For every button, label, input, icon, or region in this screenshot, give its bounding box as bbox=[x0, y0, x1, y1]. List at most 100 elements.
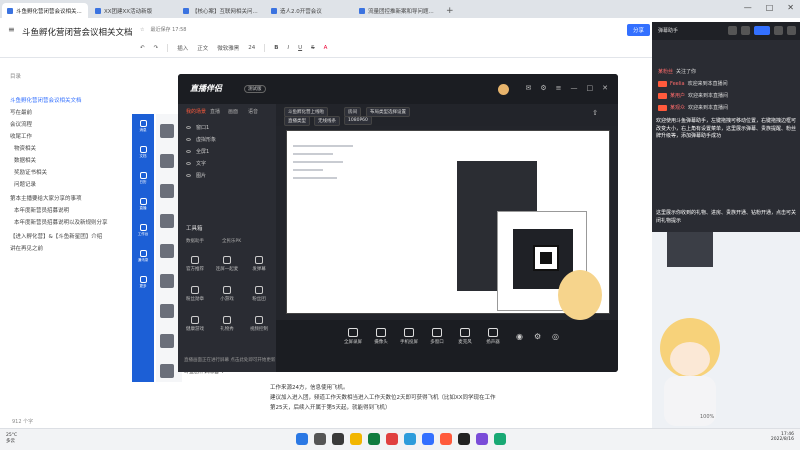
minimize-icon[interactable]: — bbox=[744, 3, 752, 12]
app-nav-workspace[interactable]: 工作台 bbox=[136, 224, 150, 240]
tool-health[interactable]: 健康游戏 bbox=[182, 316, 208, 332]
tool-gift[interactable]: 礼物秀 bbox=[214, 316, 240, 332]
scene-layer[interactable]: 虚拟形象 bbox=[186, 136, 216, 143]
doc-title[interactable]: 斗鱼孵化营闭营会议相关文档 bbox=[22, 26, 133, 38]
tool-phone-cast[interactable]: 手机投屏 bbox=[396, 328, 422, 345]
docs-app-icon[interactable] bbox=[422, 433, 434, 445]
outline-item[interactable]: 问题记录 bbox=[14, 180, 36, 188]
eye-icon[interactable] bbox=[186, 138, 191, 141]
tool-fan-medal[interactable]: 粉丝勋章 bbox=[182, 286, 208, 302]
stream-app-icon[interactable] bbox=[440, 433, 452, 445]
toolbar-style[interactable]: 正文 bbox=[197, 44, 208, 52]
app-nav-contacts[interactable]: 通讯录 bbox=[136, 250, 150, 266]
toolbar-insert[interactable]: 插入 bbox=[177, 44, 188, 52]
task-view-icon[interactable] bbox=[332, 433, 344, 445]
browser-icon[interactable] bbox=[386, 433, 398, 445]
scene-layer[interactable]: 图片 bbox=[186, 172, 206, 179]
app-icon[interactable] bbox=[368, 433, 380, 445]
avatar[interactable] bbox=[160, 214, 174, 228]
redo-icon[interactable]: ↷ bbox=[154, 45, 159, 51]
font-color-button[interactable]: A bbox=[324, 45, 328, 51]
eye-icon[interactable]: ◎ bbox=[552, 332, 559, 341]
app-icon[interactable] bbox=[458, 433, 470, 445]
maximize-icon[interactable]: □ bbox=[587, 84, 594, 92]
avatar[interactable] bbox=[160, 364, 174, 378]
zoom-level[interactable]: 100% bbox=[700, 414, 714, 420]
browser-tab[interactable]: 斗鱼孵化营闭营会议相关... bbox=[2, 3, 88, 18]
close-icon[interactable] bbox=[787, 26, 796, 35]
record-icon[interactable]: ◉ bbox=[516, 332, 523, 341]
eye-icon[interactable] bbox=[186, 150, 191, 153]
tool-minigame[interactable]: 小游戏 bbox=[214, 286, 240, 302]
avatar[interactable] bbox=[160, 184, 174, 198]
share-icon[interactable]: ⇧ bbox=[592, 109, 598, 117]
tool-video-control[interactable]: 视频控制 bbox=[246, 316, 272, 332]
minimize-icon[interactable]: — bbox=[571, 84, 578, 92]
avatar[interactable] bbox=[160, 154, 174, 168]
doc-paragraph[interactable]: 工作来源24方，信息使用飞机。 建议加入进入团，频道工作天数相当进入工作天数位2… bbox=[270, 383, 530, 413]
tool-connect[interactable]: 连屏一起麦 bbox=[214, 256, 240, 272]
eye-icon[interactable] bbox=[186, 126, 191, 129]
close-icon[interactable]: ✕ bbox=[602, 84, 608, 92]
avatar[interactable] bbox=[160, 274, 174, 288]
line-chip[interactable]: 无线线条 bbox=[314, 116, 340, 126]
outline-item[interactable]: 【进入孵化营】&【斗鱼新星团】介绍 bbox=[10, 232, 102, 240]
outline-item[interactable]: 奖励证书相关 bbox=[14, 168, 47, 176]
tool-mic[interactable]: 麦克风 bbox=[452, 328, 478, 345]
lock-icon[interactable] bbox=[728, 26, 737, 35]
eye-icon[interactable] bbox=[186, 162, 191, 165]
outline-item[interactable]: 本年度新营员招募说明以及新规则分享 bbox=[14, 218, 108, 226]
tool-multi-window[interactable]: 多窗口 bbox=[424, 328, 450, 345]
app-icon[interactable] bbox=[476, 433, 488, 445]
type-chip[interactable]: 直播类型 bbox=[284, 116, 310, 126]
toolbar-size[interactable]: 24 bbox=[248, 45, 255, 51]
avatar[interactable] bbox=[160, 304, 174, 318]
outline-item[interactable]: 物资相关 bbox=[14, 144, 36, 152]
outline-item[interactable]: 第本主播要给大家分享的事项 bbox=[10, 194, 82, 202]
toolbar-font[interactable]: 微软雅黑 bbox=[217, 44, 239, 52]
star-icon[interactable]: ☆ bbox=[140, 27, 144, 33]
browser-tab[interactable]: 造人2.0开营会议 bbox=[266, 3, 352, 18]
close-icon[interactable]: ✕ bbox=[787, 3, 794, 12]
scene-layer[interactable]: 全屏1 bbox=[186, 148, 209, 155]
scene-layer[interactable]: 文字 bbox=[186, 160, 206, 167]
share-button[interactable]: 分享 bbox=[626, 24, 650, 36]
browser-tab[interactable]: 【核心案】互联网相关问... bbox=[178, 3, 264, 18]
strike-button[interactable]: S bbox=[311, 45, 315, 51]
outline-item[interactable]: 会议流程 bbox=[10, 120, 32, 128]
settings-icon[interactable]: ⚙ bbox=[540, 84, 546, 92]
search-icon[interactable] bbox=[314, 433, 326, 445]
app-nav-live[interactable]: 直播 bbox=[136, 198, 150, 214]
outline-item[interactable]: 收尾工作 bbox=[10, 132, 32, 140]
eye-icon[interactable] bbox=[186, 174, 191, 177]
app-icon[interactable] bbox=[494, 433, 506, 445]
avatar[interactable] bbox=[498, 84, 509, 95]
live-button[interactable] bbox=[754, 26, 770, 35]
tool-speaker[interactable]: 扬声器 bbox=[480, 328, 506, 345]
app-nav-more[interactable]: 更多 bbox=[136, 276, 150, 292]
system-tray-clock[interactable]: 17:46 2022/8/16 bbox=[771, 432, 794, 442]
stream-hint[interactable]: 直播画面正在进行屏幕 点击此处即可开始更新 bbox=[184, 357, 275, 363]
avatar[interactable] bbox=[160, 244, 174, 258]
settings-icon[interactable]: ⚙ bbox=[534, 332, 541, 341]
windows-start-icon[interactable] bbox=[296, 433, 308, 445]
scene-layer[interactable]: 窗口1 bbox=[186, 124, 209, 131]
outline-item[interactable]: 讲在再见之前 bbox=[10, 244, 43, 252]
tab-live[interactable]: 直播 bbox=[210, 108, 220, 115]
toolbox-sub[interactable]: 数据助手 bbox=[186, 238, 204, 244]
layout-chip[interactable]: 布局类型选择设置 bbox=[366, 107, 410, 117]
app-nav-calendar[interactable]: 日历 bbox=[136, 172, 150, 188]
outline-item[interactable]: 斗鱼孵化营闭营会议相关文档 bbox=[10, 96, 82, 104]
undo-icon[interactable]: ↶ bbox=[140, 45, 145, 51]
outline-item[interactable]: 写在最前 bbox=[10, 108, 32, 116]
italic-button[interactable]: I bbox=[287, 45, 289, 51]
new-tab-button[interactable]: + bbox=[440, 4, 460, 18]
tool-fullscreen-capture[interactable]: 全屏录屏 bbox=[340, 328, 366, 345]
quality-chip[interactable]: 1080P60 bbox=[344, 116, 372, 125]
avatar[interactable] bbox=[160, 124, 174, 138]
menu-icon[interactable]: ≡ bbox=[8, 25, 15, 34]
tool-camera[interactable]: 摄像头 bbox=[368, 328, 394, 345]
browser-tab[interactable]: XX团建XX活动新版 bbox=[90, 3, 176, 18]
tool-official[interactable]: 官方推荐 bbox=[182, 256, 208, 272]
tab-voice[interactable]: 语音 bbox=[248, 108, 258, 115]
